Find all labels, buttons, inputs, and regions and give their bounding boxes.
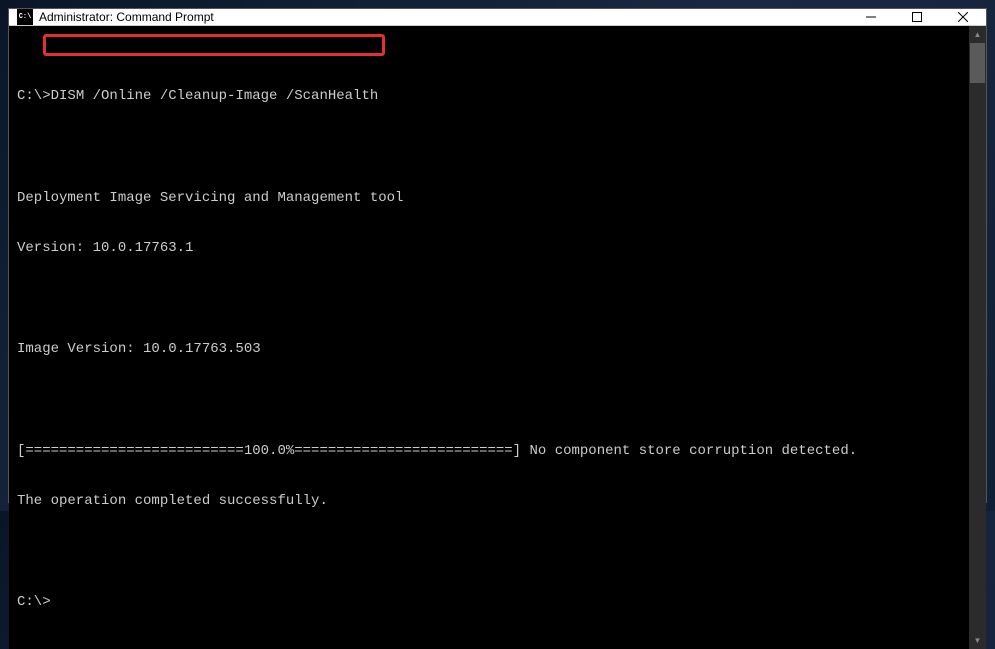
vertical-scrollbar[interactable]: ▲ ▼ <box>969 26 986 649</box>
app-icon: C:\ <box>17 9 33 25</box>
maximize-icon <box>912 12 922 22</box>
blank-line <box>17 139 961 156</box>
output-completion: The operation completed successfully. <box>17 493 961 510</box>
output-tool-name: Deployment Image Servicing and Managemen… <box>17 190 961 207</box>
command-line: C:\>DISM /Online /Cleanup-Image /ScanHea… <box>17 88 961 105</box>
scroll-up-arrow-icon[interactable]: ▲ <box>969 26 986 43</box>
command-highlight-box <box>43 34 385 56</box>
terminal-content[interactable]: C:\>DISM /Online /Cleanup-Image /ScanHea… <box>9 26 969 649</box>
entered-command: DISM /Online /Cleanup-Image /ScanHealth <box>51 88 379 104</box>
minimize-icon <box>866 12 876 22</box>
maximize-button[interactable] <box>894 9 940 25</box>
scroll-down-arrow-icon[interactable]: ▼ <box>969 632 986 649</box>
window-title: Administrator: Command Prompt <box>39 10 848 24</box>
close-icon <box>958 12 968 22</box>
blank-line <box>17 392 961 409</box>
close-button[interactable] <box>940 9 986 25</box>
scrollbar-thumb[interactable] <box>970 43 985 83</box>
blank-line <box>17 291 961 308</box>
minimize-button[interactable] <box>848 9 894 25</box>
blank-line <box>17 544 961 561</box>
output-image-version: Image Version: 10.0.17763.503 <box>17 341 961 358</box>
output-progress: [==========================100.0%=======… <box>17 443 961 460</box>
titlebar[interactable]: C:\ Administrator: Command Prompt <box>9 9 986 26</box>
window-controls <box>848 9 986 25</box>
app-icon-text: C:\ <box>19 13 32 21</box>
command-prompt-window: C:\ Administrator: Command Prompt C:\>DI… <box>8 8 987 503</box>
output-version: Version: 10.0.17763.1 <box>17 240 961 257</box>
prompt-prefix: C:\> <box>17 88 51 104</box>
terminal-area[interactable]: C:\>DISM /Online /Cleanup-Image /ScanHea… <box>9 26 986 649</box>
prompt-ready: C:\> <box>17 594 961 611</box>
